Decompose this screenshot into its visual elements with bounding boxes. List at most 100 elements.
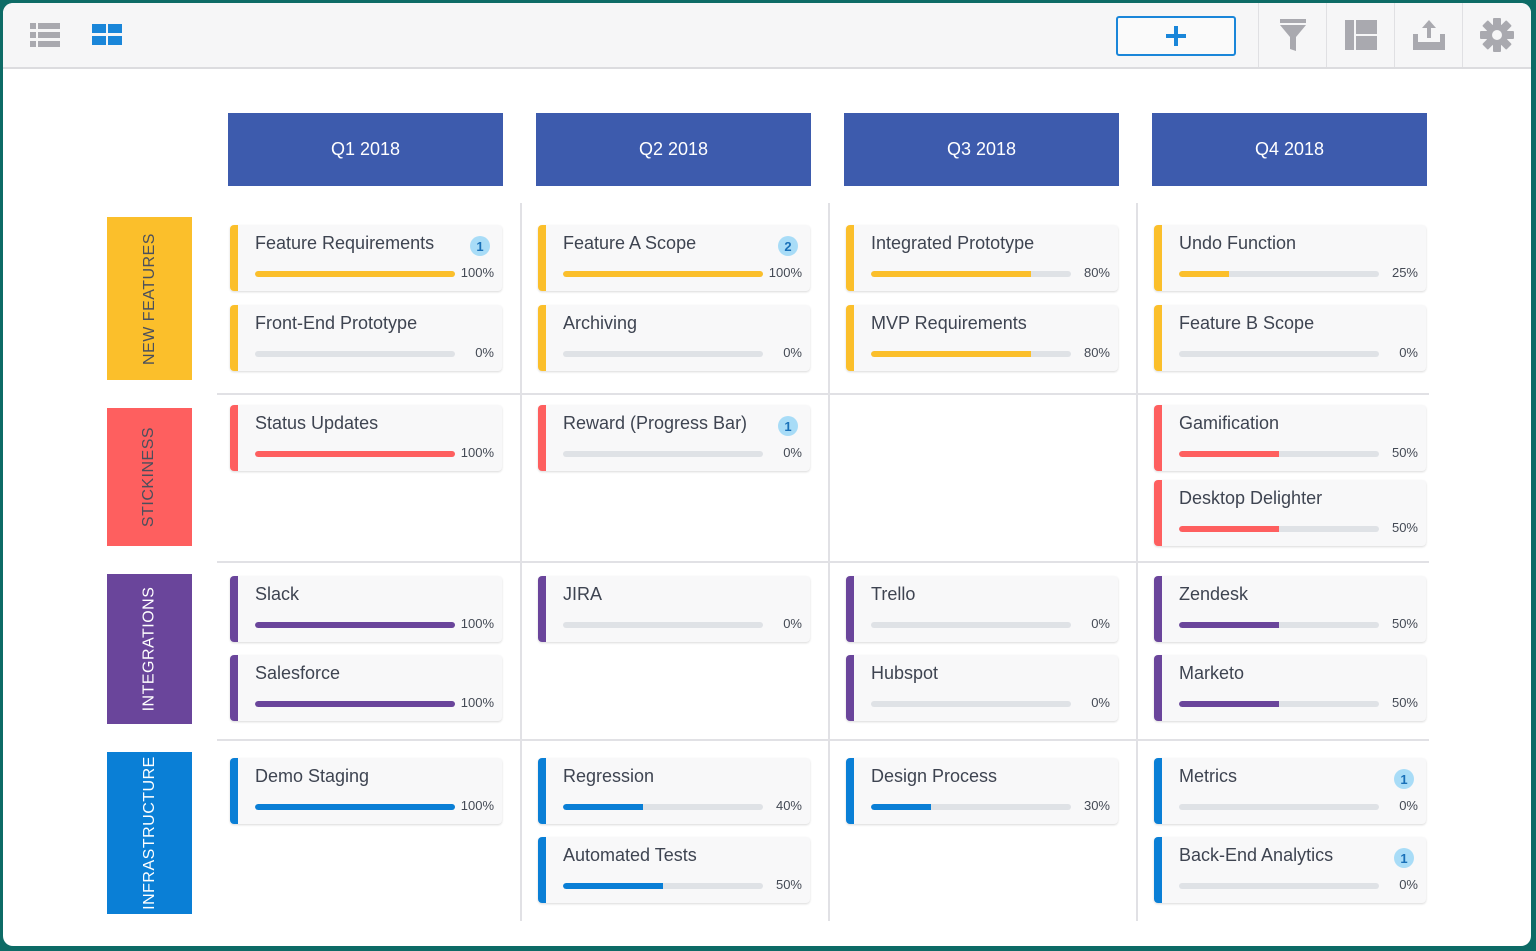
column-header[interactable]: Q2 2018 xyxy=(536,113,811,186)
roadmap-card[interactable]: Demo Staging 100% xyxy=(230,758,502,824)
row-label-text: INFRASTRUCTURE xyxy=(140,756,158,910)
progress-bar-fill xyxy=(563,271,763,277)
progress-percent: 50% xyxy=(1391,520,1418,535)
row-divider xyxy=(217,393,1429,395)
roadmap-card[interactable]: Undo Function 25% xyxy=(1154,225,1426,291)
roadmap-card[interactable]: Marketo 50% xyxy=(1154,655,1426,721)
row-label-stickiness[interactable]: STICKINESS xyxy=(107,408,192,546)
progress-bar xyxy=(563,883,763,889)
grid-view-icon xyxy=(92,24,122,45)
progress-bar xyxy=(255,701,455,707)
card-title: Demo Staging xyxy=(255,766,370,786)
grid-view-button[interactable] xyxy=(87,3,127,67)
card-title: Design Process xyxy=(871,766,998,786)
roadmap-card[interactable]: Reward (Progress Bar) 1 0% xyxy=(538,405,810,471)
card-color-stripe xyxy=(230,225,238,291)
row-label-integrations[interactable]: INTEGRATIONS xyxy=(107,574,192,724)
row-label-infrastructure[interactable]: INFRASTRUCTURE xyxy=(107,752,192,914)
card-color-stripe xyxy=(230,405,238,471)
export-button[interactable] xyxy=(1395,3,1462,67)
progress-percent: 0% xyxy=(1399,798,1418,813)
progress-bar-fill xyxy=(255,804,455,810)
roadmap-card[interactable]: Front-End Prototype 0% xyxy=(230,305,502,371)
roadmap-card[interactable]: MVP Requirements 80% xyxy=(846,305,1118,371)
roadmap-card[interactable]: Zendesk 50% xyxy=(1154,576,1426,642)
card-title: Trello xyxy=(871,584,916,604)
progress-percent: 100% xyxy=(460,798,494,813)
roadmap-card[interactable]: Archiving 0% xyxy=(538,305,810,371)
progress-bar-fill xyxy=(1179,271,1229,277)
progress-bar xyxy=(871,271,1071,277)
comment-count-badge[interactable]: 1 xyxy=(1394,848,1414,868)
card-title: Status Updates xyxy=(255,413,379,433)
progress-bar-fill xyxy=(1179,451,1279,457)
progress-bar xyxy=(255,622,455,628)
card-title: Gamification xyxy=(1179,413,1280,433)
roadmap-card[interactable]: Salesforce 100% xyxy=(230,655,502,721)
comment-count-badge[interactable]: 1 xyxy=(778,416,798,436)
progress-bar xyxy=(1179,351,1379,357)
card-color-stripe xyxy=(1154,305,1162,371)
filter-button[interactable] xyxy=(1259,3,1326,67)
roadmap-card[interactable]: Feature B Scope 0% xyxy=(1154,305,1426,371)
roadmap-card[interactable]: Integrated Prototype 80% xyxy=(846,225,1118,291)
add-item-button[interactable] xyxy=(1116,16,1236,56)
card-color-stripe xyxy=(1154,655,1162,721)
roadmap-card[interactable]: Gamification 50% xyxy=(1154,405,1426,471)
progress-percent: 100% xyxy=(460,695,494,710)
roadmap-card[interactable]: Trello 0% xyxy=(846,576,1118,642)
roadmap-card[interactable]: Feature A Scope 2 100% xyxy=(538,225,810,291)
progress-bar xyxy=(871,351,1071,357)
card-color-stripe xyxy=(846,655,854,721)
roadmap-card[interactable]: Metrics 1 0% xyxy=(1154,758,1426,824)
card-color-stripe xyxy=(538,758,546,824)
card-color-stripe xyxy=(1154,225,1162,291)
progress-percent: 25% xyxy=(1391,265,1418,280)
progress-percent: 100% xyxy=(768,265,802,280)
roadmap-card[interactable]: JIRA 0% xyxy=(538,576,810,642)
list-view-icon xyxy=(30,23,60,47)
list-view-button[interactable] xyxy=(25,3,65,67)
progress-bar xyxy=(563,351,763,357)
comment-count-badge[interactable]: 2 xyxy=(778,236,798,256)
column-header[interactable]: Q4 2018 xyxy=(1152,113,1427,186)
progress-percent: 0% xyxy=(1091,695,1110,710)
card-title: Zendesk xyxy=(1179,584,1249,604)
roadmap-card[interactable]: Hubspot 0% xyxy=(846,655,1118,721)
roadmap-window: Q1 2018 Q2 2018 Q3 2018 Q4 2018 NEW FEATURES… xyxy=(3,3,1531,946)
card-title: Front-End Prototype xyxy=(255,313,418,333)
card-color-stripe xyxy=(1154,480,1162,546)
roadmap-card[interactable]: Back-End Analytics 1 0% xyxy=(1154,837,1426,903)
card-title: Regression xyxy=(563,766,655,786)
progress-bar xyxy=(1179,804,1379,810)
row-label-new-features[interactable]: NEW FEATURES xyxy=(107,217,192,380)
row-label-text: NEW FEATURES xyxy=(140,232,158,365)
comment-count-badge[interactable]: 1 xyxy=(470,236,490,256)
settings-icon xyxy=(1479,18,1514,52)
roadmap-card[interactable]: Slack 100% xyxy=(230,576,502,642)
card-color-stripe xyxy=(538,576,546,642)
progress-percent: 40% xyxy=(775,798,802,813)
settings-button[interactable] xyxy=(1463,3,1530,67)
card-color-stripe xyxy=(538,837,546,903)
roadmap-card[interactable]: Feature Requirements 1 100% xyxy=(230,225,502,291)
comment-count-badge[interactable]: 1 xyxy=(1394,769,1414,789)
progress-bar xyxy=(1179,451,1379,457)
progress-bar xyxy=(563,622,763,628)
roadmap-card[interactable]: Status Updates 100% xyxy=(230,405,502,471)
card-color-stripe xyxy=(1154,405,1162,471)
roadmap-card[interactable]: Regression 40% xyxy=(538,758,810,824)
roadmap-card[interactable]: Desktop Delighter 50% xyxy=(1154,480,1426,546)
column-header[interactable]: Q1 2018 xyxy=(228,113,503,186)
plus-icon xyxy=(1166,26,1186,46)
progress-percent: 80% xyxy=(1083,265,1110,280)
card-color-stripe xyxy=(1154,758,1162,824)
card-color-stripe xyxy=(230,655,238,721)
roadmap-card[interactable]: Design Process 30% xyxy=(846,758,1118,824)
row-label-text: INTEGRATIONS xyxy=(140,586,158,712)
progress-bar-fill xyxy=(255,271,455,277)
row-divider xyxy=(217,739,1429,741)
layout-button[interactable] xyxy=(1327,3,1394,67)
column-header[interactable]: Q3 2018 xyxy=(844,113,1119,186)
roadmap-card[interactable]: Automated Tests 50% xyxy=(538,837,810,903)
